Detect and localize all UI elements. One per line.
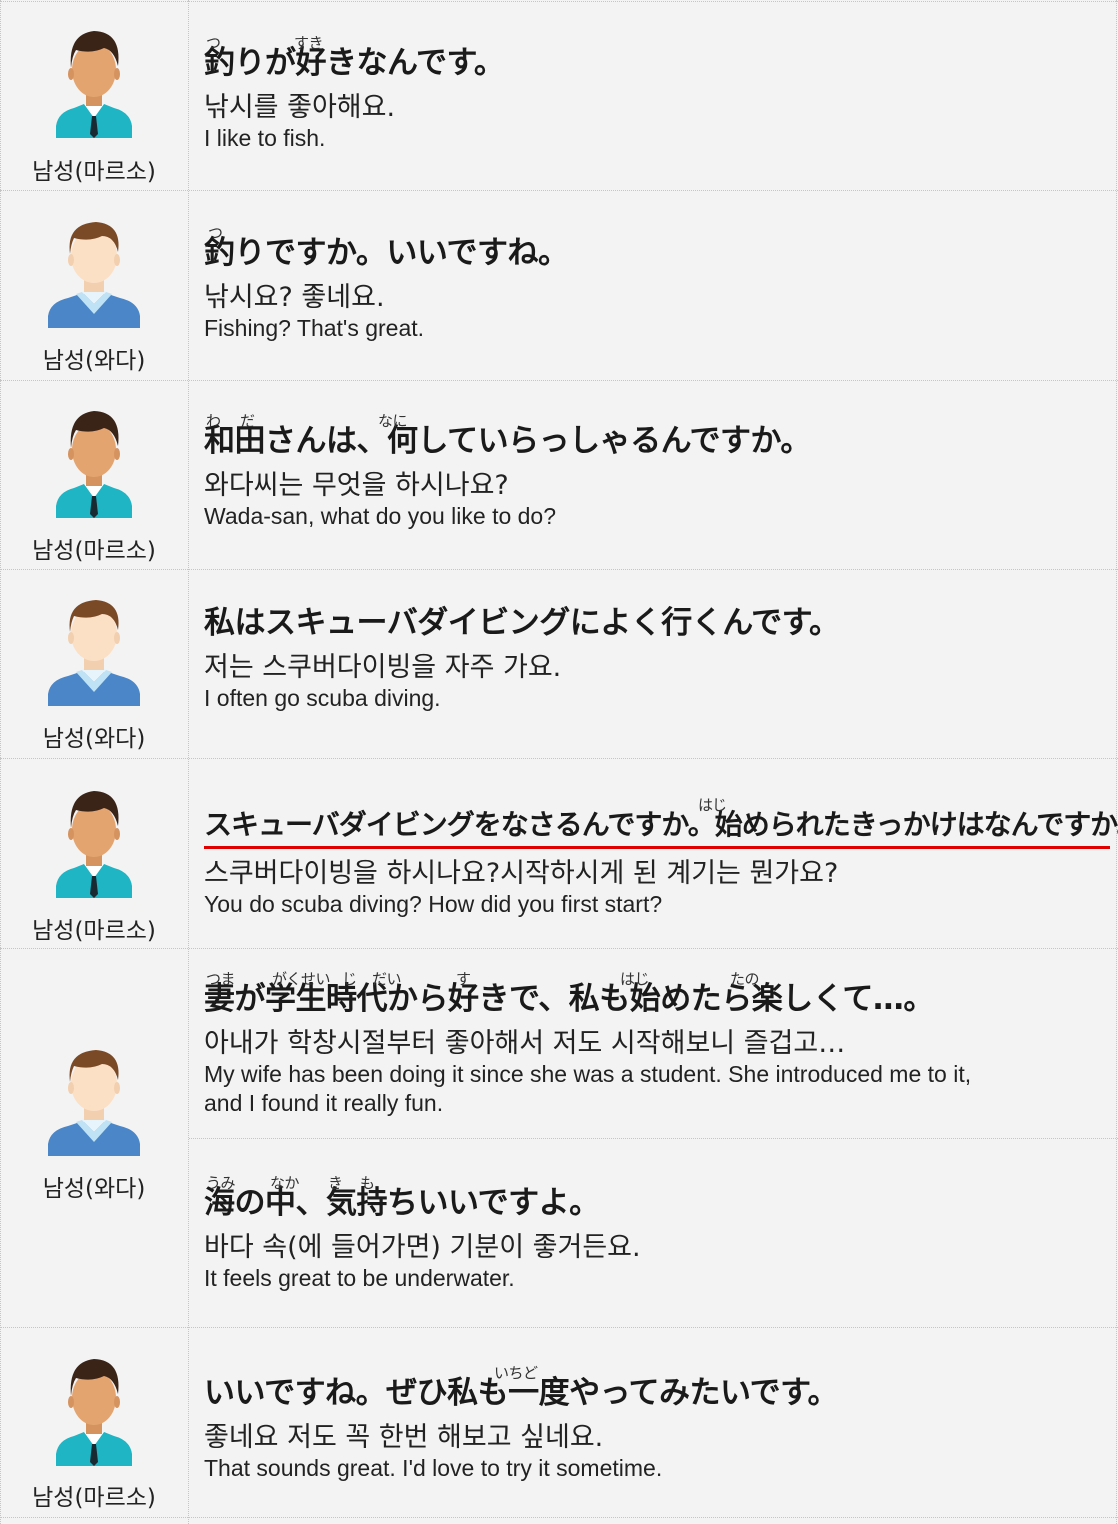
man-avatar-vest-icon [48,600,140,706]
english-line: I often go scuba diving. [204,685,441,711]
english-line: Wada-san, what do you like to do? [204,503,557,529]
furigana: たの [730,970,760,988]
man-avatar-tie-icon [56,791,132,898]
english-line: That sounds great. I'd love to try it so… [204,1455,663,1481]
japanese-text: 釣りですか。いいですね。 [204,235,569,271]
avatar-maruso [0,1354,188,1466]
english-line: My wife has been doing it since she was … [204,1061,972,1087]
japanese-text: 私はスキューバダイビングによく行くんです。 [204,605,840,641]
speaker-name: 남성(와다) [42,1176,146,1202]
man-avatar-tie-icon [56,411,132,518]
furigana: いちど [494,1364,538,1382]
avatar-maruso [0,786,188,898]
row-divider [189,1138,1118,1139]
man-avatar-tie-icon [56,31,132,138]
furigana: す [456,970,471,988]
avatar-maruso [0,406,188,518]
speaker-name: 남성(마르소) [32,1485,156,1511]
korean-line: 좋네요 저도 꼭 한번 해보고 싶네요. [204,1422,604,1453]
utterance: うみ なか き も 海の中、気持ちいいですよ。 바다 속(에 들어가면) 기분이… [204,1166,1114,1293]
furigana: つ [206,34,221,52]
man-avatar-tie-icon [56,1359,132,1466]
man-avatar-vest-icon [48,1050,140,1156]
japanese-line: つ すき 釣りが好きなんです。 [204,34,1114,82]
utterance: わ だ なに 和田さんは、何していらっしゃるんですか。 와다씨는 무엇을 하시나… [204,404,1114,531]
speaker-name: 남성(와다) [42,348,146,374]
furigana: はじ [698,796,727,814]
utterance: いちど いいですね。ぜひ私も一度やってみたいです。 좋네요 저도 꼭 한번 해보… [204,1356,1114,1483]
row-divider [0,1327,1118,1328]
english-line: It feels great to be underwater. [204,1265,515,1291]
speaker-name: 남성(마르소) [32,538,156,564]
furigana: すき [294,34,324,52]
avatar-maruso [0,26,188,138]
korean-line: 저는 스쿠버다이빙을 자주 가요. [204,652,562,683]
row-divider [0,190,1118,191]
korean-line: 낚시를 좋아해요. [204,92,396,123]
japanese-text: 和田さんは、何していらっしゃるんですか。 [204,423,811,459]
row-divider [0,758,1118,759]
furigana: わ [206,412,221,430]
japanese-line: いちど いいですね。ぜひ私も一度やってみたいです。 [204,1364,1114,1412]
english-line: Fishing? That's great. [204,315,425,341]
japanese-text: 海の中、気持ちいいですよ。 [204,1185,600,1221]
speaker-name: 남성(마르소) [32,159,156,185]
furigana: つま [206,970,236,988]
furigana: なに [378,412,408,430]
furigana: じ [342,970,357,988]
japanese-line: つま がくせい じ だい す はじ たの 妻が学生時代から好きで、私も始めたら楽… [204,970,1114,1018]
japanese-line: 私はスキューバダイビングによく行くんです。 [204,604,1114,642]
furigana: はじ [620,970,650,988]
furigana: なか [270,1174,300,1192]
furigana: も [360,1174,375,1192]
row-divider [0,380,1118,381]
english-line: and I found it really fun. [204,1090,444,1116]
speaker-name: 남성(와다) [42,726,146,752]
row-divider [0,948,1118,949]
avatar-wada [0,596,188,706]
row-divider [0,1,1118,2]
utterance: つま がくせい じ だい す はじ たの 妻が学生時代から好きで、私も始めたら楽… [204,962,1114,1118]
japanese-line: わ だ なに 和田さんは、何していらっしゃるんですか。 [204,412,1114,460]
border-right [1116,0,1117,1524]
row-divider [0,1517,1118,1518]
utterance: つ 釣りですか。いいですね。 낚시요? 좋네요. Fishing? That's… [204,216,1114,343]
japanese-text: 釣りが好きなんです。 [204,45,505,81]
highlight-underline [204,846,1110,849]
korean-line: 아내가 학창시절부터 좋아해서 저도 시작해보니 즐겁고… [204,1028,846,1059]
korean-line: 바다 속(에 들어가면) 기분이 좋거든요. [204,1232,641,1263]
korean-line: 스쿠버다이빙을 하시나요?시작하시게 된 계기는 뭔가요? [204,858,839,889]
furigana: き [328,1174,343,1192]
avatar-wada [0,1046,188,1156]
utterance: 私はスキューバダイビングによく行くんです。 저는 스쿠버다이빙을 자주 가요. … [204,586,1114,713]
japanese-line: うみ なか き も 海の中、気持ちいいですよ。 [204,1174,1114,1222]
dialogue-table: 남성(마르소) つ すき 釣りが好きなんです。 낚시를 좋아해요. I like… [0,0,1118,1524]
japanese-text: スキューバダイビングをなさるんですか。始められたきっかけはなんですか。 [204,808,1118,841]
japanese-line: はじ スキューバダイビングをなさるんですか。始められたきっかけはなんですか。 [204,796,1118,844]
korean-line: 낚시요? 좋네요. [204,282,385,313]
furigana: だい [372,970,402,988]
utterance: はじ スキューバダイビングをなさるんですか。始められたきっかけはなんですか。 스… [204,788,1118,919]
furigana: がくせい [272,970,331,988]
row-divider [0,569,1118,570]
furigana: うみ [206,1174,236,1192]
english-line: You do scuba diving? How did you first s… [204,891,663,917]
furigana: だ [240,412,255,430]
utterance: つ すき 釣りが好きなんです。 낚시를 좋아해요. I like to fish… [204,26,1114,153]
japanese-line: つ 釣りですか。いいですね。 [204,224,1114,272]
avatar-wada [0,218,188,328]
korean-line: 와다씨는 무엇을 하시나요? [204,470,509,501]
man-avatar-vest-icon [48,222,140,328]
furigana: つ [208,224,223,242]
english-line: I like to fish. [204,125,326,151]
speaker-name: 남성(마르소) [32,918,156,944]
column-divider [188,0,189,1524]
